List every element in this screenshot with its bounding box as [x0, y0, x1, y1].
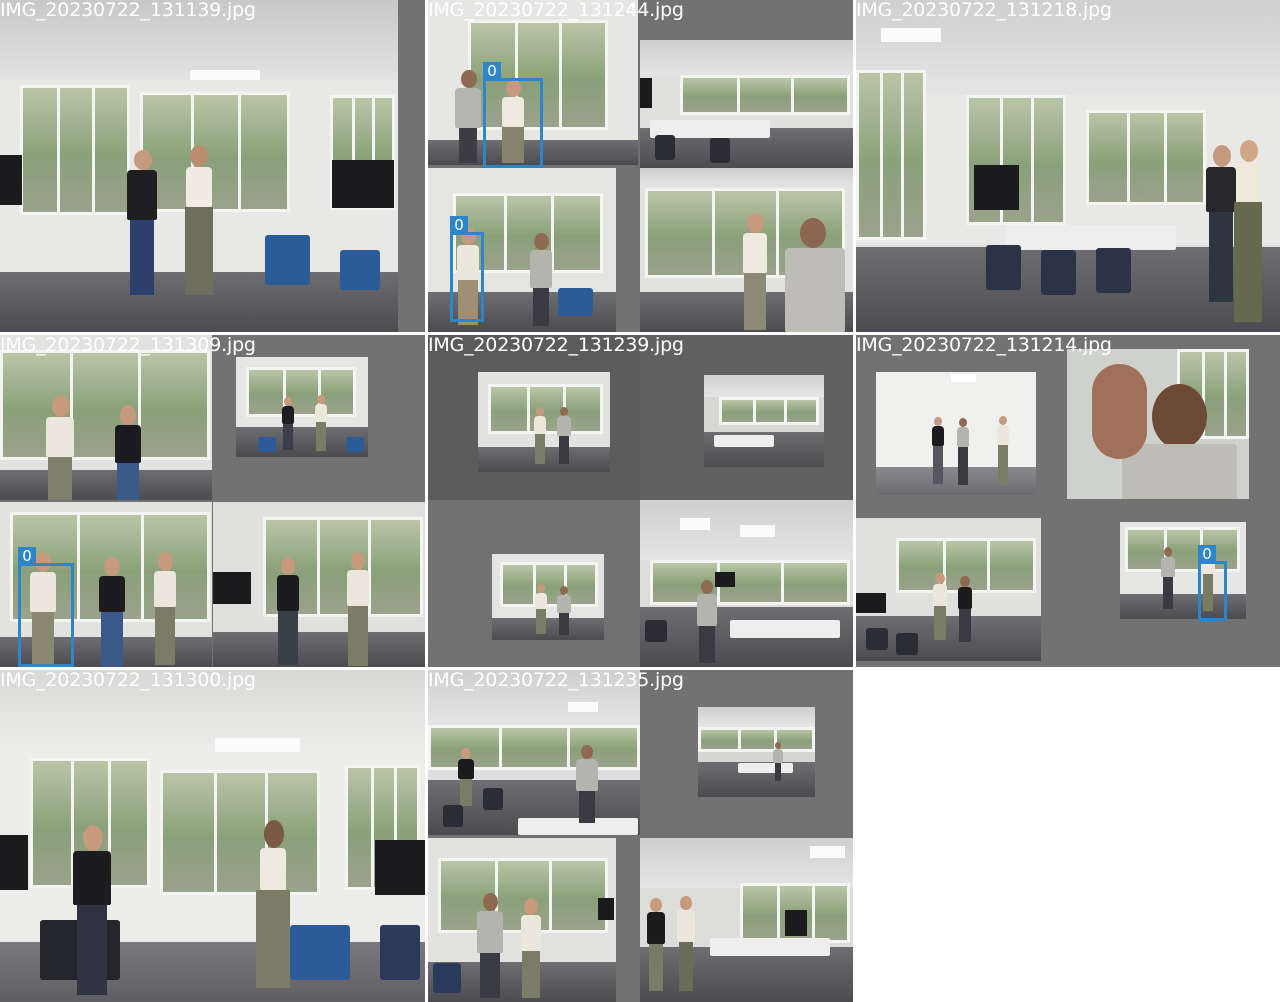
office-photo	[0, 670, 425, 1002]
detection-box: 0	[18, 547, 74, 667]
image-filename-label: IMG_20230722_131214.jpg	[856, 335, 1112, 356]
office-photo	[0, 335, 212, 500]
person-figure	[250, 820, 295, 990]
office-photo	[640, 500, 853, 667]
mosaic-tile: IMG_20230722_131239.jpg	[428, 335, 853, 667]
office-photo	[704, 375, 824, 467]
office-photo	[640, 838, 853, 1002]
detection-box: 0	[483, 62, 543, 168]
mosaic-tile: IMG_20230722_131235.jpg	[428, 670, 853, 1002]
image-filename-label: IMG_20230722_131235.jpg	[428, 670, 684, 691]
mosaic-tile: 0 IMG_20230722_131214.jpg	[856, 335, 1280, 667]
office-photo	[492, 554, 604, 640]
image-filename-label: IMG_20230722_131244.jpg	[428, 0, 684, 21]
image-filename-label: IMG_20230722_131309.jpg	[0, 335, 256, 356]
office-photo	[0, 0, 398, 332]
office-photo	[428, 838, 616, 1002]
office-photo	[856, 0, 1280, 332]
mosaic-tile: 0 0 IMG_20230722_131244.jpg	[428, 0, 853, 332]
detection-box: 0	[450, 216, 484, 322]
detection-class-tag: 0	[450, 216, 468, 234]
office-photo	[1067, 349, 1249, 499]
person-figure	[122, 150, 162, 300]
image-filename-label: IMG_20230722_131239.jpg	[428, 335, 684, 356]
detection-box: 0	[1198, 545, 1227, 621]
office-photo	[698, 707, 815, 797]
office-photo	[640, 168, 853, 332]
detection-class-tag: 0	[1198, 545, 1216, 563]
office-photo	[428, 670, 640, 835]
image-filename-label: IMG_20230722_131218.jpg	[856, 0, 1112, 21]
office-photo	[640, 40, 853, 168]
office-photo	[213, 502, 425, 667]
mosaic-tile: IMG_20230722_131139.jpg	[0, 0, 425, 332]
mosaic-tile: IMG_20230722_131300.jpg	[0, 670, 425, 1002]
office-photo	[478, 372, 610, 472]
person-figure	[180, 145, 216, 300]
office-photo	[856, 518, 1041, 661]
office-photo	[1120, 522, 1246, 619]
person-figure	[65, 825, 120, 995]
office-photo	[236, 357, 368, 457]
mosaic-tile: IMG_20230722_131218.jpg	[856, 0, 1280, 332]
detection-class-tag: 0	[483, 62, 501, 80]
office-photo	[876, 372, 1036, 495]
image-filename-label: IMG_20230722_131139.jpg	[0, 0, 256, 21]
detection-class-tag: 0	[18, 547, 36, 565]
mosaic-tile: 0 IMG_20230722_131309.jpg	[0, 335, 425, 667]
image-filename-label: IMG_20230722_131300.jpg	[0, 670, 256, 691]
